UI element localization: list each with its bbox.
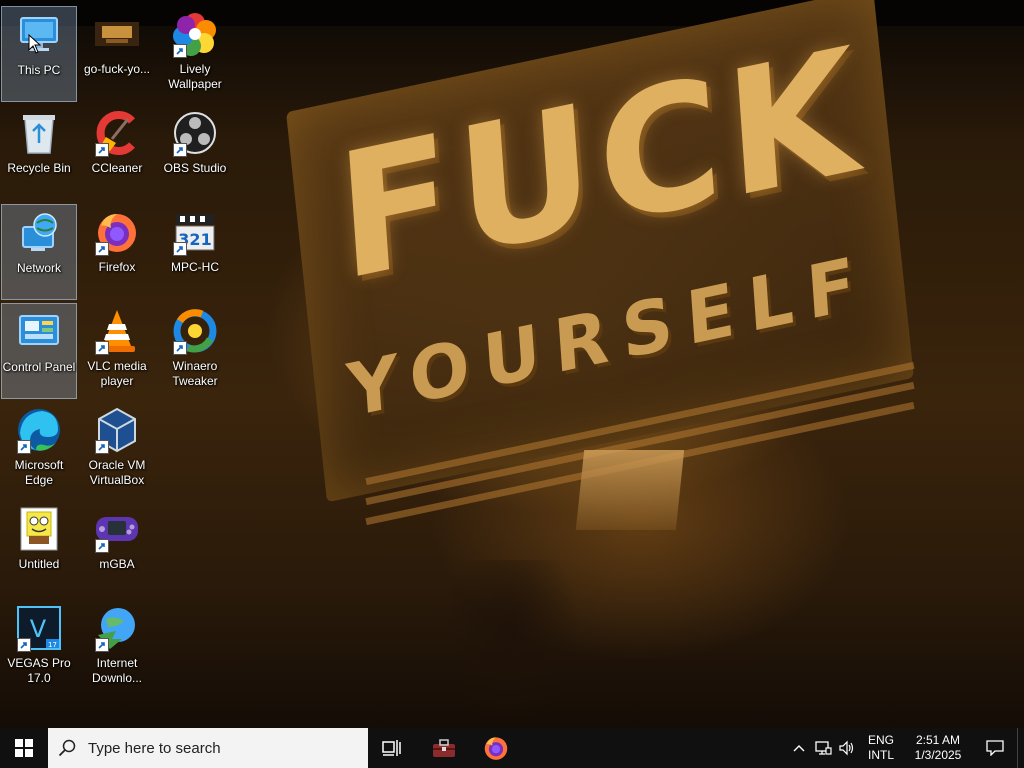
desktop-icon-label: Untitled: [18, 557, 60, 571]
desktop-icon-label: This PC: [17, 63, 61, 77]
shortcut-arrow-icon: [95, 341, 109, 355]
network-wired-icon: [815, 741, 832, 755]
desktop-icon-microsoft-edge[interactable]: Microsoft Edge: [1, 402, 77, 498]
shortcut-arrow-icon: [95, 539, 109, 553]
gif-file-icon: [93, 10, 141, 58]
volume-tray-button[interactable]: [835, 728, 859, 768]
mouse-cursor-icon: [28, 34, 42, 54]
action-center-button[interactable]: [973, 728, 1017, 768]
keyboard-layout: INTL: [867, 748, 894, 762]
mpc-hc-icon: 321: [171, 208, 219, 256]
desktop-icon-firefox[interactable]: Firefox: [79, 204, 155, 300]
desktop-icon-network[interactable]: Network: [1, 204, 77, 300]
shortcut-arrow-icon: [173, 143, 187, 157]
desktop-icon-label: VLC media player: [87, 359, 147, 388]
desktop-icon-mgba[interactable]: mGBA: [79, 501, 155, 597]
desktop-icon-label: MPC-HC: [171, 260, 219, 274]
desktop-icon-label: Firefox: [98, 260, 136, 274]
clock[interactable]: 2:51 AM 1/3/2025: [903, 733, 973, 763]
winaero-icon: [171, 307, 219, 355]
shortcut-arrow-icon: [95, 242, 109, 256]
shortcut-arrow-icon: [173, 341, 187, 355]
desktop-icon-oracle-vm-virtualbox[interactable]: Oracle VM VirtualBox: [79, 402, 155, 498]
desktop-icon-recycle-bin[interactable]: Recycle Bin: [1, 105, 77, 201]
task-view-icon: [382, 740, 401, 756]
task-view-button[interactable]: [368, 728, 416, 768]
clock-date: 1/3/2025: [914, 748, 962, 762]
wallpaper-post: [575, 450, 685, 530]
speaker-icon: [839, 740, 854, 756]
desktop-icon-internet-download-manager[interactable]: Internet Downlo...: [79, 600, 155, 696]
desktop-icon-control-panel[interactable]: Control Panel: [1, 303, 77, 399]
control-panel-icon: [15, 308, 63, 356]
notification-icon: [986, 740, 1004, 756]
lively-wallpaper-icon: [171, 10, 219, 58]
desktop-icon-vlc[interactable]: VLC media player: [79, 303, 155, 399]
shortcut-arrow-icon: [95, 143, 109, 157]
svg-text:17: 17: [48, 641, 57, 649]
taskbar: ENG INTL 2:51 AM 1/3/2025: [0, 728, 1024, 768]
shortcut-arrow-icon: [17, 638, 31, 652]
chevron-up-icon: [793, 745, 805, 752]
desktop-icon-lively-wallpaper[interactable]: Lively Wallpaper: [157, 6, 233, 102]
desktop-icon-label: OBS Studio: [163, 161, 227, 175]
network-icon: [15, 209, 63, 257]
desktop-icon-mpc-hc[interactable]: 321 MPC-HC: [157, 204, 233, 300]
desktop-icon-untitled[interactable]: Untitled: [1, 501, 77, 597]
desktop-icon-this-pc[interactable]: This PC: [1, 6, 77, 102]
wallpaper-shadow-figure: [440, 560, 580, 728]
shortcut-arrow-icon: [95, 638, 109, 652]
internet-download-manager-icon: [93, 604, 141, 652]
recycle-bin-icon: [15, 109, 63, 157]
svg-text:V: V: [30, 615, 47, 643]
language-code: ENG: [867, 733, 894, 747]
mgba-icon: [93, 505, 141, 553]
virtualbox-icon: [93, 406, 141, 454]
search-input[interactable]: [86, 738, 350, 758]
obs-icon: [171, 109, 219, 157]
desktop-icon-label: mGBA: [99, 557, 135, 571]
input-language-indicator[interactable]: ENG INTL: [859, 733, 903, 763]
edge-icon: [15, 406, 63, 454]
desktop-icon-label: VEGAS Pro 17.0: [7, 656, 71, 685]
desktop-icon-label: Oracle VM VirtualBox: [88, 458, 146, 487]
desktop-icon-winaero-tweaker[interactable]: Winaero Tweaker: [157, 303, 233, 399]
desktop-icon-label: go-fuck-yo...: [83, 62, 151, 76]
toolbox-icon: [433, 739, 455, 757]
shortcut-arrow-icon: [173, 44, 187, 58]
desktop-icon-go-fuck-gif[interactable]: go-fuck-yo...: [79, 6, 155, 102]
windows-logo-icon: [15, 739, 33, 757]
spongebob-image-icon: [15, 505, 63, 553]
desktop-icon-ccleaner[interactable]: CCleaner: [79, 105, 155, 201]
desktop-icon-label: Internet Downlo...: [91, 656, 143, 685]
clock-time: 2:51 AM: [915, 733, 961, 747]
desktop-icon-label: Lively Wallpaper: [168, 62, 222, 91]
desktop-icon-label: Winaero Tweaker: [172, 359, 218, 388]
ccleaner-icon: [93, 109, 141, 157]
desktop-icon-label: Recycle Bin: [7, 161, 71, 175]
taskbar-toolbox-button[interactable]: [420, 728, 468, 768]
firefox-icon: [93, 208, 141, 256]
show-desktop-button[interactable]: [1017, 728, 1024, 768]
desktop-icon-obs-studio[interactable]: OBS Studio: [157, 105, 233, 201]
network-tray-button[interactable]: [811, 728, 835, 768]
vegas-pro-icon: V 17: [15, 604, 63, 652]
vlc-icon: [93, 307, 141, 355]
show-hidden-icons-button[interactable]: [787, 728, 811, 768]
desktop-icon-label: Microsoft Edge: [14, 458, 64, 487]
system-tray: ENG INTL 2:51 AM 1/3/2025: [787, 728, 1024, 768]
desktop-icon-label: CCleaner: [91, 161, 143, 175]
desktop-icon-label: Network: [16, 261, 61, 275]
taskbar-firefox-button[interactable]: [472, 728, 520, 768]
shortcut-arrow-icon: [17, 440, 31, 454]
shortcut-arrow-icon: [95, 440, 109, 454]
start-button[interactable]: [0, 728, 48, 768]
shortcut-arrow-icon: [173, 242, 187, 256]
desktop-icon-label: Control Panel: [2, 360, 76, 374]
search-icon: [58, 739, 76, 757]
taskbar-search-box[interactable]: [48, 728, 368, 768]
desktop-icon-vegas-pro[interactable]: V 17 VEGAS Pro 17.0: [1, 600, 77, 696]
firefox-icon: [484, 737, 508, 760]
